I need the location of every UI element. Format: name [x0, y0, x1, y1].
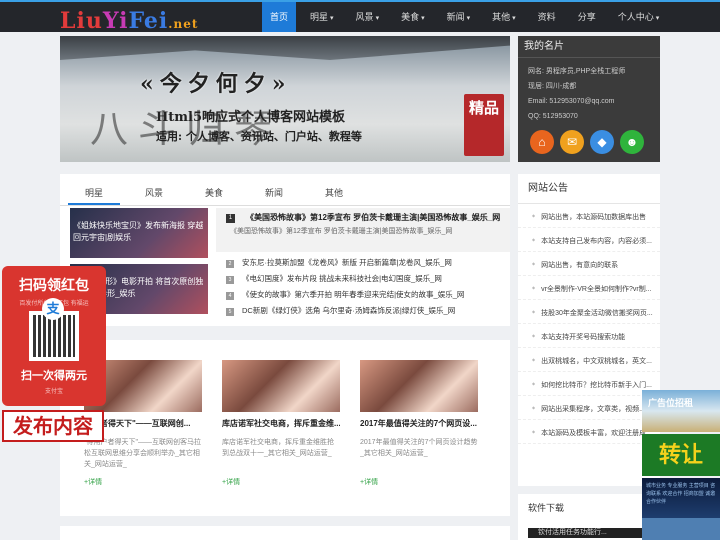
chevron-down-icon: ▾: [655, 15, 660, 22]
banner-slider[interactable]: «今夕何夕» 八斗归琴 Html5响应式个人博客网站模板 适用: 个人博客、资讯…: [60, 36, 510, 162]
red-packet-ad[interactable]: 扫码领红包 百发付所付时 红包 有福运 支 扫一次得两元 支付宝: [2, 266, 106, 406]
profile-heading: 我的名片: [518, 36, 660, 58]
nav-item[interactable]: 首页: [262, 2, 297, 32]
qq-icon[interactable]: ◆: [590, 130, 614, 154]
article-more-link[interactable]: +详情: [222, 477, 340, 487]
redpack-brand: 支付宝: [44, 389, 63, 395]
banner-usage: 适用: 个人博客、资讯站、门户站、教程等: [156, 130, 362, 143]
article-more-link[interactable]: +详情: [84, 477, 202, 487]
main-nav: 首页 明星 ▾ 风景 ▾ 美食 ▾ 新闻 ▾ 其他 ▾ 资料 分享 个人中心 ▾: [262, 2, 673, 32]
contact-icons: ⌂ ✉ ◆ ☻: [530, 130, 644, 154]
banner-subtitle: Html5响应式个人博客网站模板: [156, 110, 346, 125]
chevron-down-icon: ▾: [375, 15, 380, 22]
announcement-item[interactable]: 技股30年金聚金活动微信搬奖网页...: [518, 300, 660, 324]
article-image[interactable]: [360, 360, 478, 412]
nav-item[interactable]: 分享: [570, 2, 604, 32]
chevron-down-icon: ▾: [466, 15, 471, 22]
announcement-heading: 网站公告: [518, 174, 660, 204]
site-logo[interactable]: LiuYiFei.net: [60, 8, 198, 34]
article-desc: "得用户者得天下"——互联网创客马拉松互联网思维分享会顺利举办_其它相关_网站运…: [84, 439, 201, 468]
article-desc: 2017年最值得关注的7个网页设计趋势_其它相关_网站运营_: [360, 439, 478, 457]
chevron-down-icon: ▾: [330, 15, 334, 22]
announcement-item[interactable]: 本站源码及模板丰富，欢迎注册成...: [518, 420, 660, 444]
nav-item[interactable]: 其他 ▾: [484, 2, 524, 32]
featured-title[interactable]: 《美国恐怖故事》第12季宣布 罗伯茨卡戴珊主演|美国恐怖故事_娱乐_网: [246, 212, 500, 223]
nav-item[interactable]: 风景 ▾: [348, 2, 388, 32]
list-item[interactable]: 5 DC新剧《绿灯侠》选角 乌尔里奇·汤姆森饰反派|绿灯侠_娱乐_网: [226, 305, 455, 316]
article-grid: 用户者得天下"——互联网创... "得用户者得天下"——互联网创客马拉松互联网思…: [60, 340, 510, 516]
profile-card: 我的名片 网名: 男程序员,PHP全栈工程师 现居: 四川-成都 Email: …: [518, 36, 660, 162]
software-item[interactable]: 钦付活用任务功能行...: [528, 528, 648, 538]
rank-badge: 1: [226, 214, 235, 223]
article-title[interactable]: 2017年最值得关注的7个网页设...: [360, 418, 478, 429]
announcement-item[interactable]: 网站出采集程序，文章类，视频...: [518, 396, 660, 420]
profile-line: Email: 512953070@qq.com: [528, 98, 615, 105]
nav-item[interactable]: 资料: [530, 2, 564, 32]
ad-banner-3[interactable]: 城市业务 专业服务 主营项目 咨询联系 欢迎合作 招商加盟 诚邀合作伙伴: [642, 478, 720, 518]
featured-desc: 《美国恐怖故事》第12季宣布 罗伯茨卡戴珊主演|美国恐怖故事_娱乐_网: [230, 228, 453, 235]
nav-item[interactable]: 新闻 ▾: [439, 2, 479, 32]
mail-icon[interactable]: ✉: [560, 130, 584, 154]
ad-banner-2[interactable]: 转让: [642, 434, 720, 476]
banner-seal: 精品: [464, 94, 504, 156]
announcement-item[interactable]: vr全景制作-VR全景如何制作?vr制...: [518, 276, 660, 300]
list-item[interactable]: 3 《电幻国度》发布片段 挑战未来科技社会|电幻国度_娱乐_网: [226, 273, 442, 284]
thumb-article[interactable]: 《姐妹快乐地宝贝》发布新海报 穿越回元宇宙|剧娱乐: [70, 208, 208, 258]
announcement-item[interactable]: 本站支持自己发布内容，内容必须...: [518, 228, 660, 252]
ad-banner-4[interactable]: [642, 518, 720, 540]
home-icon[interactable]: ⌂: [530, 130, 554, 154]
announcement-panel: 网站公告 网站出售，本站源码加数据库出售 本站支持自己发布内容，内容必须... …: [518, 174, 660, 486]
article-title[interactable]: 库店诺军社交电商，挥斥重金维...: [222, 418, 340, 429]
profile-line: QQ: 512953070: [528, 113, 578, 120]
wechat-icon[interactable]: ☻: [620, 130, 644, 154]
chevron-down-icon: ▾: [421, 15, 425, 22]
publish-content-button[interactable]: 发布内容: [2, 410, 104, 442]
article-card[interactable]: 2017年最值得关注的7个网页设... 2017年最值得关注的7个网页设计趋势_…: [360, 360, 478, 487]
chevron-down-icon: ▾: [512, 15, 516, 22]
profile-line: 网名: 男程序员,PHP全栈工程师: [528, 68, 626, 75]
article-desc: 库店诺军社交电商，挥斥重金维胜抢到总战双十一_其它相关_网站运营_: [222, 439, 334, 457]
article-card[interactable]: 库店诺军社交电商，挥斥重金维... 库店诺军社交电商，挥斥重金维胜抢到总战双十一…: [222, 360, 340, 487]
nav-item[interactable]: 个人中心 ▾: [610, 2, 668, 32]
tab-stars[interactable]: 明星: [68, 184, 120, 205]
tab-other[interactable]: 其他: [308, 184, 360, 205]
nav-item[interactable]: 美食 ▾: [393, 2, 433, 32]
tab-scenery[interactable]: 风景: [128, 184, 180, 205]
top-navbar: LiuYiFei.net 首页 明星 ▾ 风景 ▾ 美食 ▾ 新闻 ▾ 其他 ▾ 资料 分享 个人中心 ▾: [0, 0, 720, 34]
article-image[interactable]: [222, 360, 340, 412]
announcement-item[interactable]: 网站出售，本站源码加数据库出售: [518, 204, 660, 228]
thumb-caption: 《姐妹快乐地宝贝》发布新海报 穿越回元宇宙|剧娱乐: [73, 221, 204, 242]
profile-line: 现居: 四川-成都: [528, 83, 577, 90]
tab-food[interactable]: 美食: [188, 184, 240, 205]
next-section: [60, 526, 510, 540]
article-more-link[interactable]: +详情: [360, 477, 478, 487]
redpack-title: 扫码领红包: [19, 277, 89, 293]
software-heading: 软件下载: [528, 503, 565, 513]
tab-news[interactable]: 新闻: [248, 184, 300, 205]
list-item[interactable]: 2 安东尼·拉莫斯加盟《龙卷风》新版 开启新篇章|龙卷风_娱乐_网: [226, 257, 452, 268]
tab-row: 明星 风景 美食 新闻 其他: [60, 184, 510, 206]
featured-article[interactable]: 1 《美国恐怖故事》第12季宣布 罗伯茨卡戴珊主演|美国恐怖故事_娱乐_网 《美…: [216, 208, 510, 252]
redpack-cta: 扫一次得两元: [21, 370, 87, 382]
alipay-icon: 支: [42, 298, 64, 320]
ad-banner-1[interactable]: 广告位招租: [642, 390, 720, 432]
announcement-item[interactable]: 网站出售，有意向的联系: [518, 252, 660, 276]
list-item[interactable]: 4 《使女的故事》第六季开拍 明年春季迎来完结|使女的故事_娱乐_网: [226, 289, 464, 300]
announcement-item[interactable]: 如何挖比特币？挖比特币新手入门...: [518, 372, 660, 396]
nav-item[interactable]: 明星 ▾: [302, 2, 342, 32]
announcement-item[interactable]: 出双桃城名，中文双桃城名，英文...: [518, 348, 660, 372]
banner-roof-image: [60, 36, 510, 60]
software-panel: 软件下载 钦付活用任务功能行...: [518, 494, 660, 540]
banner-title: «今夕何夕»: [140, 71, 292, 97]
announcement-item[interactable]: 本站支持开奖号码搜索功能: [518, 324, 660, 348]
